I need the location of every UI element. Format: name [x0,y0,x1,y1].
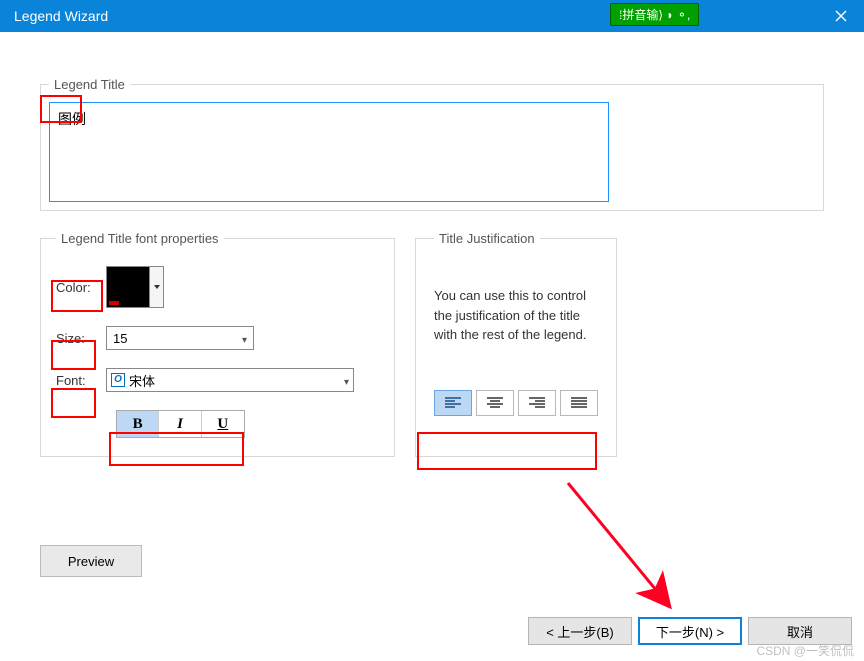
window-title: Legend Wizard [14,8,108,24]
font-properties-group: Legend Title font properties Color: Size… [40,231,395,457]
align-right-button[interactable] [518,390,556,416]
align-center-icon [487,397,503,409]
size-label: Size: [56,331,106,346]
align-left-icon [445,397,461,409]
back-button[interactable]: < 上一步(B) [528,617,632,645]
font-value: 宋体 [129,371,344,390]
ime-indicator: ⁞拼音输⟩ ◗ ⚬, [610,3,699,26]
titlebar: Legend Wizard ⁞拼音输⟩ ◗ ⚬, [0,0,864,32]
title-justification-group: Title Justification You can use this to … [415,231,617,457]
align-justify-icon [571,397,587,409]
bold-button[interactable]: B [117,411,159,437]
close-icon [835,10,847,22]
underline-button[interactable]: U [202,411,244,437]
preview-button[interactable]: Preview [40,545,142,577]
font-label: Font: [56,373,106,388]
align-left-button[interactable] [434,390,472,416]
wizard-buttons: < 上一步(B) 下一步(N) > 取消 [528,617,852,645]
chevron-down-icon [344,373,349,388]
font-properties-label: Legend Title font properties [56,231,224,246]
legend-title-input[interactable] [49,102,609,202]
close-button[interactable] [818,0,864,32]
cancel-button[interactable]: 取消 [748,617,852,645]
align-center-button[interactable] [476,390,514,416]
align-right-icon [529,397,545,409]
chevron-down-icon [149,267,163,307]
italic-button[interactable]: I [159,411,201,437]
font-style-toggles: B I U [116,410,245,438]
justification-toggles [434,390,598,416]
size-combo[interactable]: 15 [106,326,254,350]
justification-description: You can use this to control the justific… [434,286,598,345]
legend-title-label: Legend Title [49,77,130,92]
justification-label: Title Justification [434,231,540,246]
legend-title-group: Legend Title [40,77,824,211]
chevron-down-icon [242,331,247,346]
color-swatch-icon [107,267,149,307]
color-label: Color: [56,280,106,295]
annotation-arrow [560,475,710,635]
next-button[interactable]: 下一步(N) > [638,617,742,645]
size-value: 15 [113,331,127,346]
opentype-icon: O [111,373,125,387]
align-justify-button[interactable] [560,390,598,416]
color-picker[interactable] [106,266,164,308]
font-combo[interactable]: O 宋体 [106,368,354,392]
